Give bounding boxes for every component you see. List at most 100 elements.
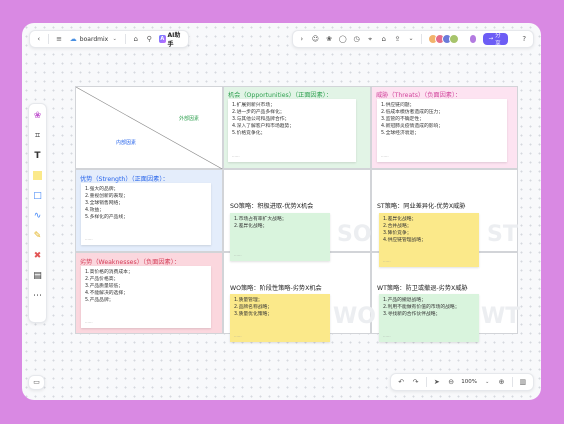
user-avatar[interactable] bbox=[468, 34, 478, 44]
ai-assistant-button[interactable]: A AI助手 bbox=[158, 30, 183, 48]
list-item: 5.多样化的产品线； bbox=[85, 215, 128, 220]
note-ellipsis: ...... bbox=[234, 252, 242, 257]
wo-watermark: WO bbox=[333, 304, 376, 329]
note-ellipsis: ...... bbox=[85, 319, 93, 324]
zoom-out-icon[interactable]: ⊖ bbox=[447, 378, 455, 387]
list-item: 5.产品品牌； bbox=[85, 298, 114, 303]
cursor-icon[interactable]: ➤ bbox=[433, 378, 441, 387]
note-ellipsis: ...... bbox=[383, 333, 391, 338]
search-icon[interactable]: ⚲ bbox=[146, 35, 153, 44]
palette-icon[interactable]: ❀ bbox=[32, 110, 43, 121]
connector-icon[interactable]: ∿ bbox=[32, 210, 43, 221]
wt-sticky-note[interactable]: 1.产品的撤退战略； 2.利用不能做有价值的市场的战略； 3.寻找新的合作伙伴战… bbox=[379, 294, 479, 342]
weaknesses-title: 劣势（Weaknesses）（负面因素）： bbox=[80, 259, 181, 266]
more-icon[interactable]: ⋯ bbox=[32, 290, 43, 301]
st-sticky-note[interactable]: 1.差异化战略； 2.合并战略； 3.降价竞争； 4.供应链管理战略； ....… bbox=[379, 213, 479, 267]
external-factors-label: 外部因素 bbox=[179, 116, 200, 122]
collaborator-avatars[interactable] bbox=[427, 34, 459, 44]
list-item: 3.监管的不确定性； bbox=[381, 117, 424, 122]
zoom-in-icon[interactable]: ⊕ bbox=[497, 378, 505, 387]
list-item: 2.合并战略； bbox=[383, 224, 412, 229]
divider bbox=[420, 34, 422, 44]
list-item: 3.全球销售网络； bbox=[85, 201, 124, 206]
divider bbox=[125, 34, 127, 44]
timer-icon[interactable]: ◷ bbox=[353, 35, 361, 44]
so-sticky-note[interactable]: 1.市场占有率扩大战略； 2.差异化战略； ...... bbox=[230, 213, 330, 261]
note-ellipsis: ...... bbox=[383, 258, 391, 263]
list-item: 4.效益； bbox=[85, 208, 104, 213]
strengths-note[interactable]: 1.强大的品牌； 2.重视创新的表现； 3.全球销售网络； 4.效益； 5.多样… bbox=[81, 183, 211, 245]
list-item: 2.品牌名称战略； bbox=[234, 305, 273, 310]
list-item: 1.市场占有率扩大战略； bbox=[234, 217, 287, 222]
bottom-right-toolbar: ↶ ↷ ➤ ⊖ 100% ⌄ ⊕ ▥ bbox=[390, 373, 534, 391]
opportunities-title: 机会（Opportunities）（正面因素）： bbox=[228, 92, 333, 99]
chevron-down-icon: ⌄ bbox=[112, 35, 117, 42]
tag-icon[interactable]: ⌂ bbox=[132, 35, 139, 44]
strengths-title: 优势（Strength）（正面因素）： bbox=[80, 176, 169, 183]
sticker-icon[interactable]: ❀ bbox=[325, 35, 333, 44]
so-watermark: SO bbox=[337, 222, 372, 247]
st-watermark: ST bbox=[487, 222, 518, 247]
app-window: ‹ ≡ ☁ boardmix ⌄ ⌂ ⚲ A AI助手 › ☺ ❀ ◯ ◷ ⌖ … bbox=[22, 23, 541, 400]
text-icon[interactable]: T bbox=[32, 150, 43, 161]
frame-icon[interactable]: ⌗ bbox=[32, 130, 43, 141]
pen-icon[interactable]: ✎ bbox=[32, 230, 43, 241]
sticky-note-icon[interactable] bbox=[32, 170, 43, 181]
share-button[interactable]: → 分享 bbox=[483, 33, 509, 47]
share-icon: → bbox=[488, 36, 494, 42]
list-item: 2.产品价格高； bbox=[85, 277, 119, 282]
wo-sticky-note[interactable]: 1.质量管理； 2.品牌名称战略； 3.质量优化策略； ...... bbox=[230, 294, 330, 342]
emoji-icon[interactable]: ☺ bbox=[312, 35, 320, 44]
threats-note[interactable]: 1.供应链问题； 2.低成本模仿者造成的压力； 3.监管的不确定性； 4.新冠肺… bbox=[377, 99, 507, 162]
note-ellipsis: ...... bbox=[381, 153, 389, 158]
wo-title: WO策略：阶段性策略-劣势X机会 bbox=[230, 285, 322, 292]
help-icon[interactable]: ? bbox=[520, 35, 528, 44]
vote-icon[interactable]: ⌖ bbox=[366, 35, 374, 44]
redo-icon[interactable]: ↷ bbox=[411, 378, 419, 387]
shape-icon[interactable]: □ bbox=[32, 190, 43, 201]
threats-title: 威胁（Threats）（负面因素）： bbox=[376, 92, 462, 99]
divider bbox=[48, 34, 50, 44]
divider bbox=[511, 377, 513, 387]
zoom-chevron-icon[interactable]: ⌄ bbox=[483, 378, 491, 387]
undo-icon[interactable]: ↶ bbox=[397, 378, 405, 387]
list-item: 1.供应链问题； bbox=[381, 103, 415, 108]
list-item: 1.质量管理； bbox=[234, 298, 263, 303]
chevron-right-icon[interactable]: › bbox=[298, 35, 306, 44]
wt-title: WT策略：防卫或撤退-劣势X威胁 bbox=[377, 285, 468, 292]
menu-icon[interactable]: ≡ bbox=[55, 35, 62, 44]
list-item: 3.寻找新的合作伙伴战略； bbox=[383, 312, 441, 317]
list-item: 5.价格竞争化； bbox=[232, 131, 266, 136]
export-icon[interactable]: ⇪ bbox=[394, 35, 402, 44]
list-item: 1.产品的撤退战略； bbox=[383, 298, 426, 303]
brand-menu[interactable]: ☁ boardmix ⌄ bbox=[69, 35, 119, 44]
brand-label: boardmix bbox=[79, 35, 109, 43]
more-down-icon[interactable]: ⌄ bbox=[407, 35, 415, 44]
chevron-left-icon[interactable]: ‹ bbox=[35, 35, 42, 44]
list-item: 4.供应链管理战略； bbox=[383, 238, 426, 243]
comment-icon[interactable]: ◯ bbox=[339, 35, 347, 44]
book-icon[interactable]: ▥ bbox=[519, 378, 527, 387]
top-left-toolbar: ‹ ≡ ☁ boardmix ⌄ ⌂ ⚲ A AI助手 bbox=[29, 30, 189, 48]
share-label: 分享 bbox=[495, 33, 501, 47]
weaknesses-note[interactable]: 1.高价格的消费成本； 2.产品价格高； 3.产品质量较低； 4.不能解决的选择… bbox=[81, 266, 211, 328]
list-item: 1.扩展到新兴市场； bbox=[232, 103, 275, 108]
list-item: 5.全球经济衰退； bbox=[381, 131, 420, 136]
zoom-level[interactable]: 100% bbox=[461, 379, 477, 385]
minimap-toggle[interactable]: ▭ bbox=[28, 375, 45, 390]
mind-map-icon[interactable]: ✖ bbox=[32, 250, 43, 261]
avatar bbox=[448, 34, 459, 44]
template-icon[interactable]: ▤ bbox=[32, 270, 43, 281]
list-item: 1.强大的品牌； bbox=[85, 187, 119, 192]
list-item: 3.与其他公司和品牌合作； bbox=[232, 117, 290, 122]
list-item: 4.深入了解客户和市场趋势； bbox=[232, 124, 295, 129]
list-item: 3.质量优化策略； bbox=[234, 312, 273, 317]
swot-matrix: 外部因素 内部因素 机会（Opportunities）（正面因素）： 1.扩展到… bbox=[75, 86, 520, 342]
diagonal-cell: 外部因素 内部因素 bbox=[75, 86, 224, 170]
presentation-icon[interactable]: ⌂ bbox=[380, 35, 388, 44]
st-title: ST策略：同业差异化-优势X威胁 bbox=[377, 203, 466, 210]
divider bbox=[425, 377, 427, 387]
ai-label: AI助手 bbox=[167, 32, 181, 48]
list-item: 2.低成本模仿者造成的压力； bbox=[381, 110, 444, 115]
opportunities-note[interactable]: 1.扩展到新兴市场； 2.进一步的产品多样化； 3.与其他公司和品牌合作； 4.… bbox=[228, 99, 356, 162]
